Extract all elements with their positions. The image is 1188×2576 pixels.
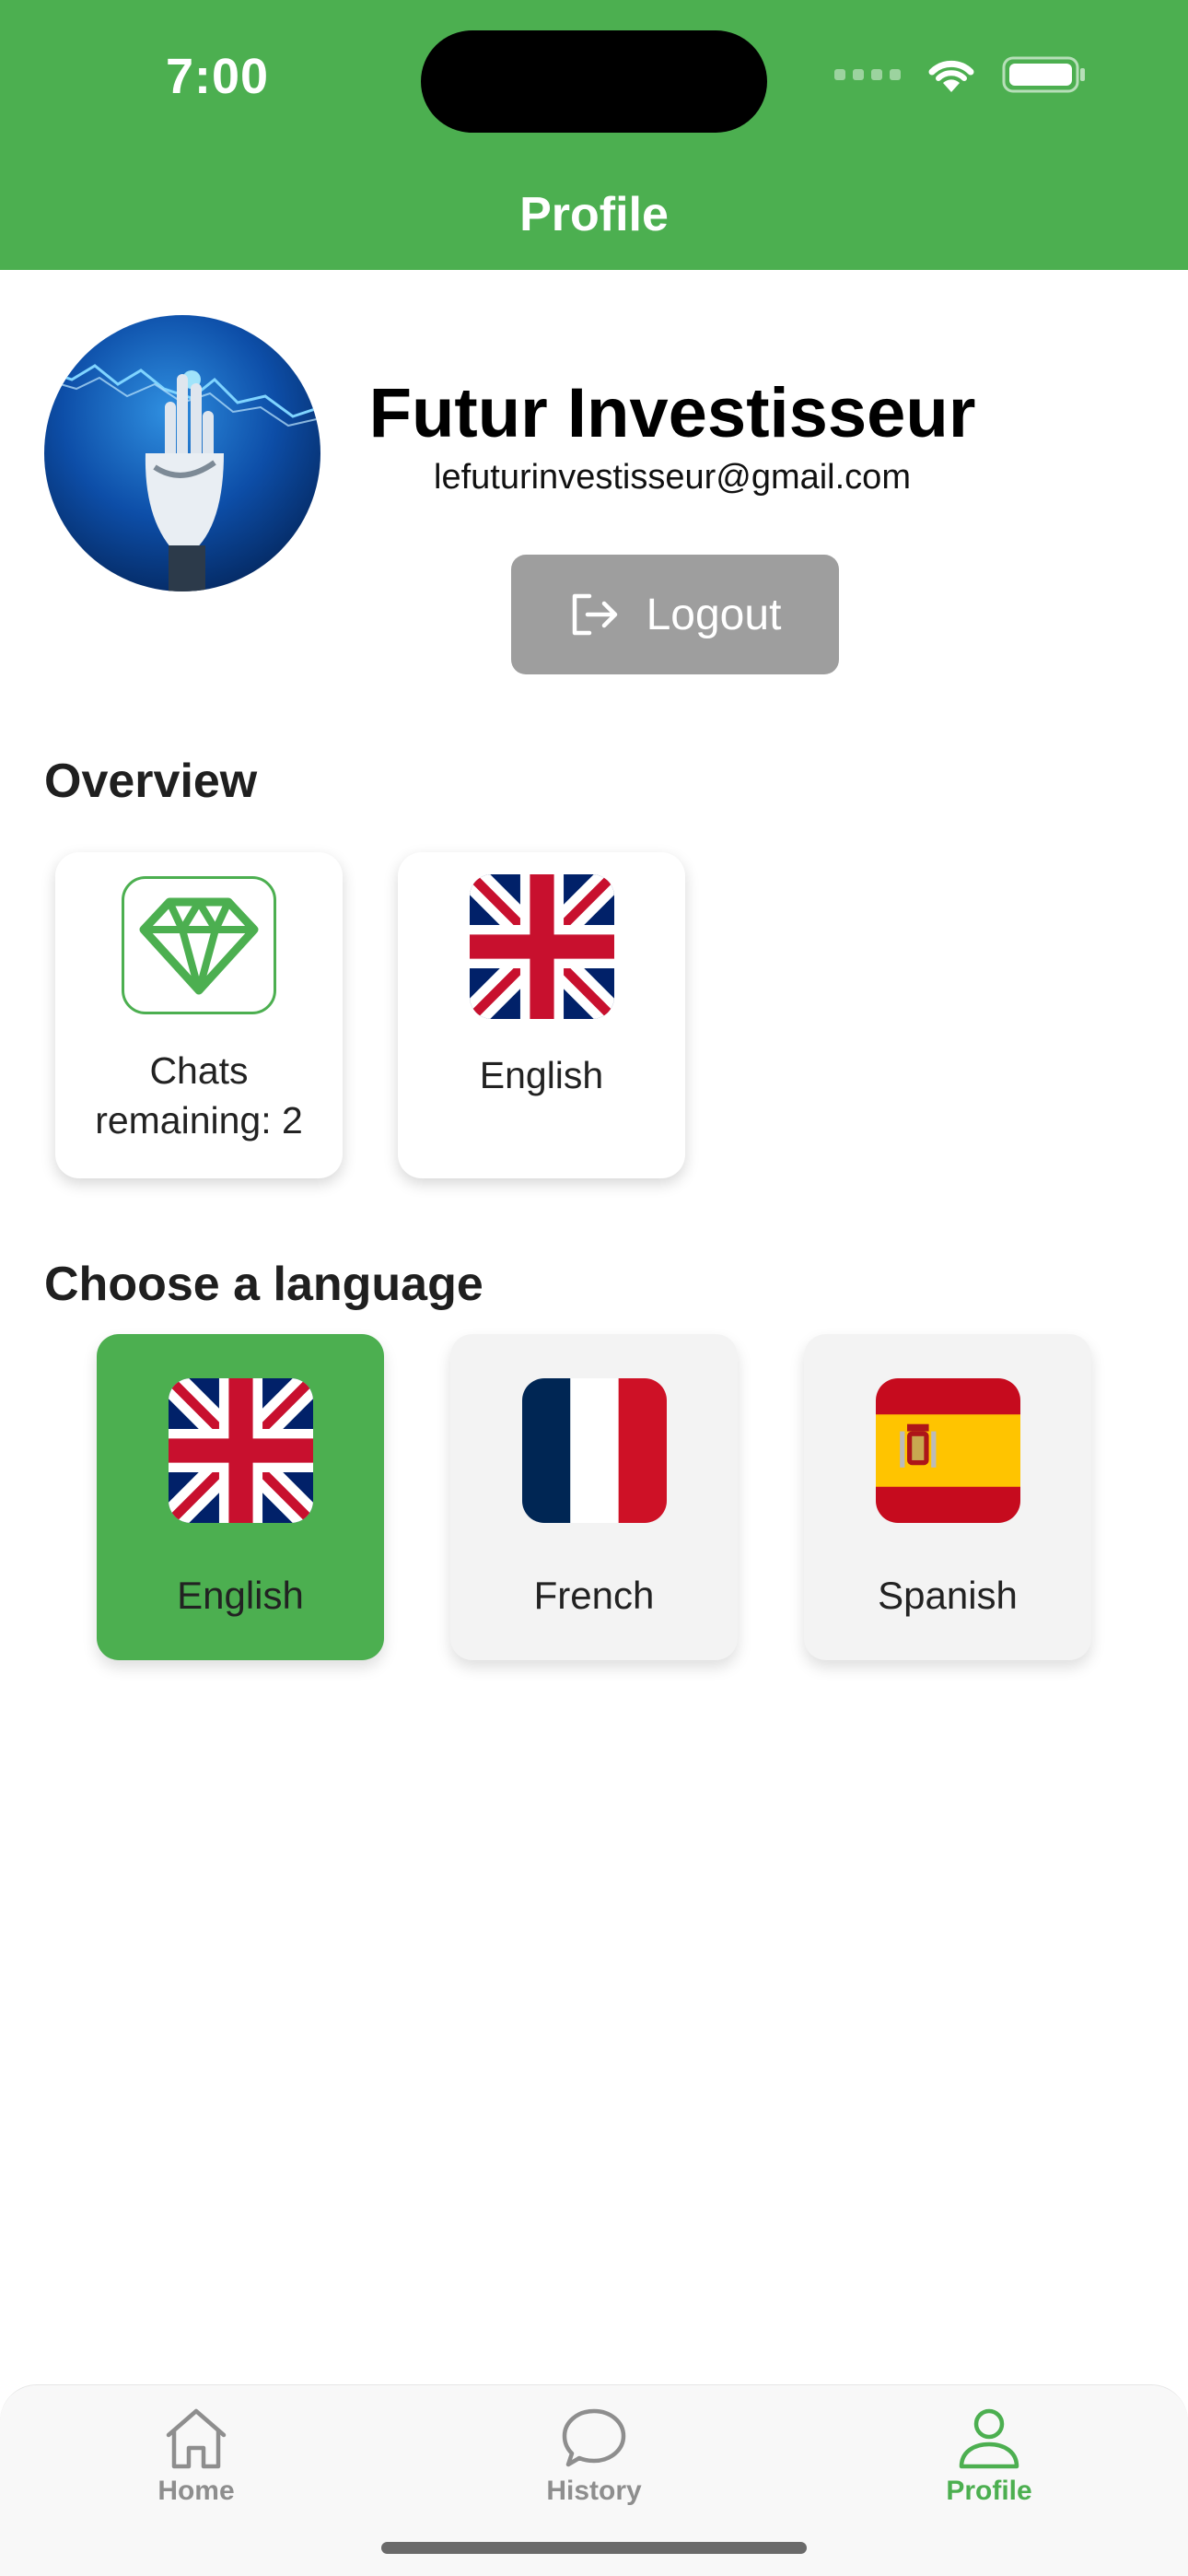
- current-language-card: English: [398, 852, 685, 1178]
- spain-flag-icon: [876, 1378, 1020, 1523]
- overview-title: Overview: [44, 755, 258, 808]
- logout-icon: [572, 593, 617, 636]
- chat-bubble-icon: [562, 2408, 626, 2467]
- current-language-label: English: [479, 1054, 604, 1096]
- status-time: 7:00: [166, 49, 270, 104]
- app-header: 7:00 Profile: [0, 0, 1188, 270]
- diamond-icon: [122, 876, 276, 1014]
- chats-remaining-line1: Chats: [149, 1049, 249, 1092]
- person-icon: [959, 2408, 1019, 2469]
- tab-profile[interactable]: Profile: [888, 2406, 1090, 2507]
- language-option-label: English: [177, 1574, 304, 1617]
- logout-label: Logout: [646, 590, 782, 639]
- wifi-icon: [928, 60, 974, 92]
- cellular-signal-icon: [834, 69, 901, 80]
- battery-icon: [1002, 56, 1085, 93]
- logout-button[interactable]: Logout: [511, 555, 839, 674]
- profile-name: Futur Investisseur: [368, 374, 976, 452]
- home-indicator[interactable]: [381, 2542, 807, 2554]
- language-option-french[interactable]: French: [450, 1334, 738, 1660]
- home-icon: [166, 2408, 227, 2469]
- status-icons: [834, 55, 1087, 94]
- choose-language-title: Choose a language: [44, 1258, 483, 1311]
- france-flag-icon: [522, 1378, 667, 1523]
- chats-remaining-line2: remaining: 2: [95, 1099, 303, 1142]
- dynamic-island: [421, 30, 767, 133]
- language-option-spanish[interactable]: Spanish: [804, 1334, 1091, 1660]
- profile-email: lefuturinvestisseur@gmail.com: [434, 458, 911, 497]
- avatar: [44, 315, 320, 591]
- tab-home[interactable]: Home: [95, 2406, 297, 2507]
- chats-remaining-card: Chats remaining: 2: [55, 852, 343, 1178]
- language-option-english[interactable]: English: [97, 1334, 384, 1660]
- tab-home-label: Home: [157, 2476, 235, 2506]
- language-option-label: Spanish: [878, 1574, 1018, 1617]
- tab-history-label: History: [546, 2476, 642, 2506]
- tab-profile-label: Profile: [946, 2476, 1032, 2506]
- uk-flag-icon: [169, 1378, 313, 1523]
- page-title: Profile: [519, 188, 669, 241]
- tab-history[interactable]: History: [493, 2406, 695, 2507]
- language-option-label: French: [533, 1574, 655, 1617]
- uk-flag-icon: [470, 874, 614, 1019]
